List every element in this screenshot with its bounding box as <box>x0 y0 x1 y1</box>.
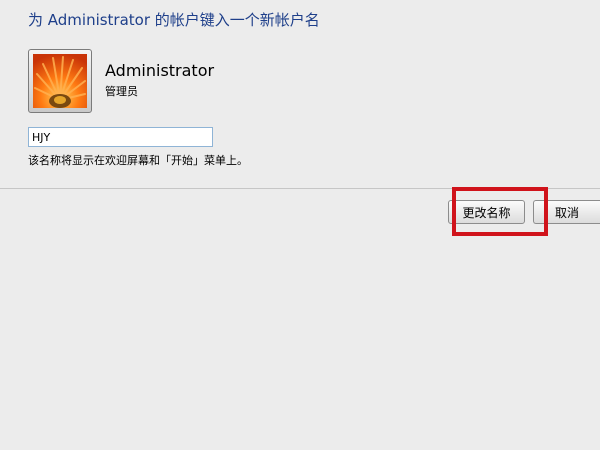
divider <box>0 188 600 189</box>
name-hint-text: 该名称将显示在欢迎屏幕和「开始」菜单上。 <box>28 154 248 167</box>
account-role: 管理员 <box>105 85 138 98</box>
change-name-button[interactable]: 更改名称 <box>448 200 525 224</box>
flower-picture-icon <box>33 54 87 108</box>
cancel-button[interactable]: 取消 <box>533 200 600 224</box>
rename-account-page: 为 Administrator 的帐户键入一个新帐户名 Administrato… <box>0 0 600 450</box>
avatar <box>28 49 92 113</box>
page-title: 为 Administrator 的帐户键入一个新帐户名 <box>28 11 320 29</box>
account-name: Administrator <box>105 61 215 80</box>
new-account-name-input[interactable] <box>28 127 213 147</box>
